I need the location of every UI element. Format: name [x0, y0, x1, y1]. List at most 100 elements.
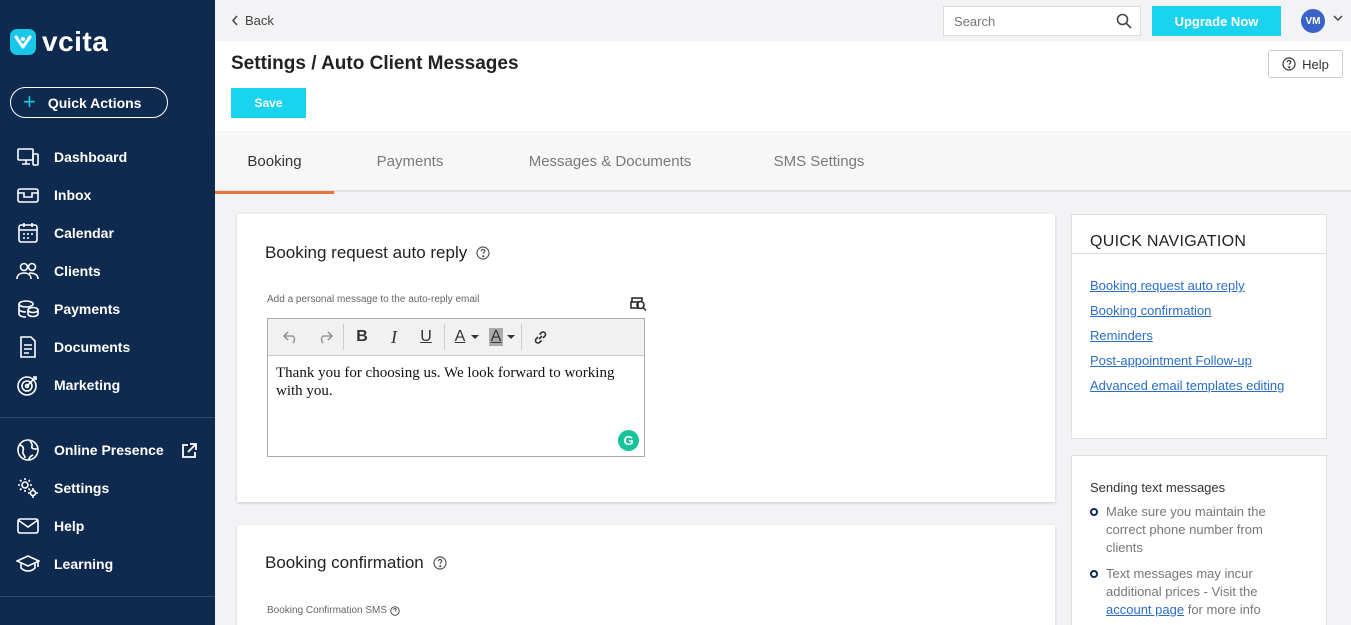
underline-icon[interactable]: U [413, 324, 439, 350]
bullet-icon [1090, 508, 1098, 516]
sidebar-item-payments[interactable]: Payments [16, 296, 120, 322]
info-text-prefix: Text messages may incur additional price… [1106, 566, 1258, 599]
quick-navigation-panel: QUICK NAVIGATION Booking request auto re… [1071, 214, 1327, 439]
sidebar-item-online-presence[interactable]: Online Presence [16, 437, 164, 463]
undo-icon[interactable] [278, 324, 304, 350]
redo-icon[interactable] [312, 324, 338, 350]
nav-link-booking-confirmation[interactable]: Booking confirmation [1090, 303, 1211, 318]
highlight-color-icon[interactable]: A [486, 324, 506, 350]
sidebar-divider [0, 417, 215, 418]
payments-icon [18, 300, 39, 318]
question-circle-icon [1282, 57, 1296, 71]
avatar[interactable]: VM [1301, 9, 1325, 33]
page-header: Settings / Auto Client Messages Save Hel… [215, 41, 1351, 131]
info-text: Text messages may incur additional price… [1106, 565, 1300, 619]
back-link[interactable]: Back [231, 13, 274, 28]
sidebar-item-label: Help [54, 518, 85, 534]
quick-navigation-title: QUICK NAVIGATION [1090, 233, 1247, 250]
tab-bar: Booking Payments Messages & Documents SM… [215, 131, 1351, 194]
globe-icon [17, 439, 39, 461]
search-input[interactable] [954, 13, 1114, 29]
link-icon[interactable] [527, 324, 553, 350]
sidebar-item-label: Online Presence [54, 442, 164, 458]
card-title: Booking confirmation [265, 553, 447, 573]
preview-icon[interactable] [629, 294, 647, 312]
sidebar-item-inbox[interactable]: Inbox [16, 182, 91, 208]
sending-text-panel: Sending text messages Make sure you main… [1071, 455, 1327, 625]
external-link-icon[interactable] [180, 442, 198, 460]
search-box[interactable] [943, 6, 1141, 36]
logo[interactable]: vcita [10, 26, 108, 58]
tab-sms-settings[interactable]: SMS Settings [760, 131, 878, 192]
nav-link-post-appointment[interactable]: Post-appointment Follow-up [1090, 353, 1252, 368]
info-item: Text messages may incur additional price… [1090, 565, 1300, 619]
sidebar-item-label: Calendar [54, 225, 114, 241]
sidebar-item-label: Marketing [54, 377, 121, 393]
toolbar-separator [444, 324, 445, 350]
inbox-icon [17, 188, 39, 203]
question-circle-icon[interactable] [433, 556, 447, 570]
save-button[interactable]: Save [231, 88, 306, 118]
grammarly-icon[interactable]: G [618, 430, 639, 451]
divider [1072, 253, 1326, 254]
sidebar-item-marketing[interactable]: Marketing [16, 372, 120, 398]
sidebar-item-label: Documents [54, 339, 131, 355]
sidebar-item-settings[interactable]: Settings [16, 475, 109, 501]
sidebar-item-label: Clients [54, 263, 101, 279]
sidebar-item-calendar[interactable]: Calendar [16, 220, 114, 246]
toolbar-separator [521, 324, 522, 350]
help-icon [17, 518, 39, 534]
tab-booking[interactable]: Booking [215, 131, 334, 194]
field-label: Booking Confirmation SMS [267, 605, 400, 616]
sending-text-title: Sending text messages [1090, 480, 1226, 495]
quick-actions-button[interactable]: + Quick Actions [10, 87, 168, 118]
back-label: Back [245, 13, 274, 28]
sidebar-item-label: Learning [54, 556, 114, 572]
field-label-text: Booking Confirmation SMS [267, 605, 388, 616]
sidebar-item-label: Payments [54, 301, 121, 317]
settings-icon [18, 478, 38, 498]
chevron-down-icon[interactable] [506, 333, 516, 341]
page-title: Settings / Auto Client Messages [231, 53, 519, 74]
editor-content[interactable]: Thank you for choosing us. We look forwa… [268, 356, 644, 408]
sidebar-item-clients[interactable]: Clients [16, 258, 101, 284]
logo-text: vcita [42, 26, 109, 57]
quick-actions-label: Quick Actions [47, 94, 142, 111]
sidebar: vcita + Quick Actions Dashboard Inbox Ca… [0, 0, 215, 625]
sidebar-divider [0, 596, 215, 597]
search-icon[interactable] [1116, 13, 1132, 29]
editor-toolbar: B I U A A [268, 319, 644, 356]
question-circle-icon[interactable] [476, 246, 490, 260]
account-page-link[interactable]: account page [1106, 602, 1184, 617]
card-title-text: Booking confirmation [265, 553, 424, 572]
sidebar-item-help[interactable]: Help [16, 513, 84, 539]
bold-icon[interactable]: B [349, 324, 375, 350]
booking-confirmation-card: Booking confirmation Booking Confirmatio… [237, 525, 1055, 625]
upgrade-now-button[interactable]: Upgrade Now [1152, 6, 1281, 36]
sidebar-item-learning[interactable]: Learning [16, 551, 113, 577]
nav-link-reminders[interactable]: Reminders [1090, 328, 1153, 343]
info-item: Make sure you maintain the correct phone… [1090, 503, 1300, 557]
chevron-left-icon [231, 15, 238, 26]
sidebar-item-dashboard[interactable]: Dashboard [16, 144, 127, 170]
rich-text-editor[interactable]: B I U A A Thank you for choosing us. We … [267, 318, 645, 457]
chevron-down-icon[interactable] [1333, 14, 1343, 22]
text-color-icon[interactable]: A [450, 324, 470, 350]
info-text: Make sure you maintain the correct phone… [1106, 504, 1266, 555]
dashboard-icon [17, 148, 39, 166]
sidebar-item-label: Inbox [54, 187, 92, 203]
vcita-logo-icon [10, 29, 36, 55]
calendar-icon [18, 223, 38, 243]
nav-link-advanced-templates[interactable]: Advanced email templates editing [1090, 378, 1284, 393]
toolbar-separator [343, 324, 344, 350]
sidebar-item-label: Settings [54, 480, 110, 496]
tab-messages-documents[interactable]: Messages & Documents [515, 131, 705, 192]
italic-icon[interactable]: I [381, 324, 407, 350]
sidebar-item-documents[interactable]: Documents [16, 334, 130, 360]
question-circle-icon[interactable] [390, 605, 400, 616]
tab-payments[interactable]: Payments [350, 131, 470, 192]
nav-link-booking-request[interactable]: Booking request auto reply [1090, 278, 1245, 293]
chevron-down-icon[interactable] [470, 333, 480, 341]
bullet-icon [1090, 570, 1098, 578]
help-button[interactable]: Help [1268, 50, 1343, 78]
